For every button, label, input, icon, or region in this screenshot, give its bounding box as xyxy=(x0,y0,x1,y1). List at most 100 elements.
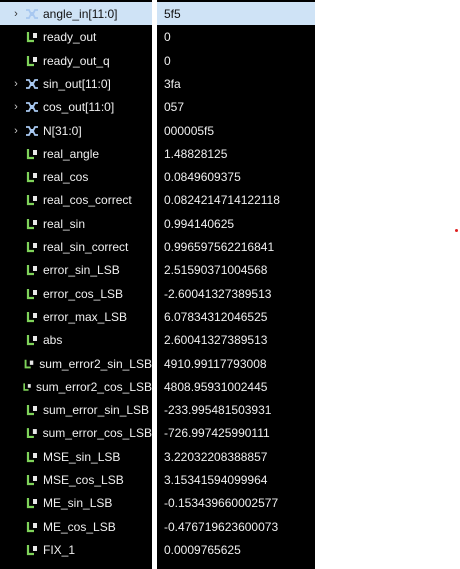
signal-name-row[interactable]: › N[31:0] xyxy=(0,119,152,142)
signal-value-row[interactable]: 4910.99117793008 xyxy=(157,352,315,375)
signal-value: 0.994140625 xyxy=(164,216,235,231)
signal-name-row[interactable]: ME_sin_LSB xyxy=(0,491,152,514)
bus-signal-icon xyxy=(26,78,38,89)
signal-value-row[interactable]: -0.476719623600073 xyxy=(157,515,315,538)
signal-name-row[interactable]: › sin_out[11:0] xyxy=(0,72,152,95)
signal-value-row[interactable]: 4808.95931002445 xyxy=(157,375,315,398)
signal-name-row[interactable]: sum_error2_cos_LSB xyxy=(0,375,152,398)
signal-value-row[interactable]: -233.995481503931 xyxy=(157,398,315,421)
signal-value-row[interactable]: 6.07834312046525 xyxy=(157,305,315,328)
signal-icon xyxy=(26,427,37,438)
signal-name-row[interactable]: ready_out_q xyxy=(0,49,152,72)
signal-value: 0.0849609375 xyxy=(164,169,241,184)
signal-name: ready_out xyxy=(43,29,97,44)
expand-chevron-icon[interactable]: › xyxy=(10,8,22,20)
signal-name-row[interactable]: › angle_in[11:0] xyxy=(0,2,152,25)
expand-chevron-icon[interactable]: › xyxy=(10,125,22,137)
bus-signal-icon xyxy=(26,8,38,19)
signal-name: ready_out_q xyxy=(43,53,110,68)
signal-value-row[interactable]: 0.0824214714122118 xyxy=(157,188,315,211)
signal-value-row[interactable]: 000005f5 xyxy=(157,119,315,142)
signal-name-row[interactable]: ME_cos_LSB xyxy=(0,515,152,538)
signal-icon xyxy=(26,311,37,322)
signal-name: ME_sin_LSB xyxy=(43,495,113,510)
signal-name-row[interactable]: › cos_out[11:0] xyxy=(0,95,152,118)
signal-value: 4808.95931002445 xyxy=(164,379,268,394)
marker-dot xyxy=(455,229,458,232)
signal-name: cos_out[11:0] xyxy=(43,99,115,114)
signal-icon xyxy=(23,382,31,391)
signal-icon xyxy=(26,334,37,345)
signal-name-row[interactable]: error_cos_LSB xyxy=(0,282,152,305)
signal-name-row[interactable]: real_cos xyxy=(0,165,152,188)
signal-value-row[interactable]: 2.51590371004568 xyxy=(157,258,315,281)
signal-name: sum_error_sin_LSB xyxy=(43,402,150,417)
signal-icon xyxy=(24,359,34,368)
signal-name-row[interactable]: abs xyxy=(0,328,152,351)
signal-name-row[interactable]: error_max_LSB xyxy=(0,305,152,328)
signal-icon xyxy=(26,148,37,159)
signal-name: MSE_cos_LSB xyxy=(43,472,124,487)
signal-value-row[interactable]: -2.60041327389513 xyxy=(157,282,315,305)
signal-value: 0 xyxy=(164,29,171,44)
signal-value-row[interactable]: 0.0009765625 xyxy=(157,538,315,561)
signal-icon xyxy=(26,474,37,485)
signal-name-row[interactable]: FIX_1 xyxy=(0,538,152,561)
expand-chevron-icon[interactable]: › xyxy=(10,78,22,90)
signal-value-row[interactable]: 0.0849609375 xyxy=(157,165,315,188)
signal-name-row[interactable]: real_sin_correct xyxy=(0,235,152,258)
signal-name-row[interactable]: sum_error2_sin_LSB xyxy=(0,352,152,375)
signal-value-row[interactable]: 3fa xyxy=(157,72,315,95)
expand-chevron-icon[interactable]: › xyxy=(10,101,22,113)
signal-value: -233.995481503931 xyxy=(164,402,272,417)
signal-name: ME_cos_LSB xyxy=(43,519,116,534)
signal-name: sum_error2_cos_LSB xyxy=(35,379,152,394)
signal-name-row[interactable]: real_cos_correct xyxy=(0,188,152,211)
signal-value-row[interactable]: 0 xyxy=(157,25,315,48)
signal-value: 3fa xyxy=(164,76,181,91)
signal-icon xyxy=(26,31,37,42)
signal-value: 0.0824214714122118 xyxy=(164,192,280,207)
signal-value: 0 xyxy=(164,53,171,68)
signal-icon xyxy=(26,194,37,205)
signal-names-panel: › angle_in[11:0] ready_out ready_out_q › sin_… xyxy=(0,0,152,569)
signal-name-row[interactable]: sum_error_cos_LSB xyxy=(0,421,152,444)
signal-name: N[31:0] xyxy=(43,123,82,138)
signal-name-row[interactable]: sum_error_sin_LSB xyxy=(0,398,152,421)
signal-name-row[interactable]: MSE_cos_LSB xyxy=(0,468,152,491)
signal-name-row[interactable]: error_sin_LSB xyxy=(0,258,152,281)
signal-value: -0.476719623600073 xyxy=(164,519,279,534)
signal-value-row[interactable]: 0.994140625 xyxy=(157,212,315,235)
signal-name-row[interactable]: MSE_sin_LSB xyxy=(0,445,152,468)
signal-value-row[interactable]: 2.60041327389513 xyxy=(157,328,315,351)
signal-value: 2.60041327389513 xyxy=(164,332,268,347)
signal-icon xyxy=(26,521,37,532)
signal-value: 3.22032208388857 xyxy=(164,449,268,464)
signal-value-row[interactable]: -726.997425990111 xyxy=(157,421,315,444)
signal-value: 0.996597562216841 xyxy=(164,239,275,254)
signal-name: MSE_sin_LSB xyxy=(43,449,121,464)
signal-value-row[interactable]: 1.48828125 xyxy=(157,142,315,165)
signal-icon xyxy=(26,218,37,229)
signal-name: error_max_LSB xyxy=(43,309,128,324)
signal-value-row[interactable]: -0.153439660002577 xyxy=(157,491,315,514)
signal-value: 1.48828125 xyxy=(164,146,228,161)
signal-name-row[interactable]: ready_out xyxy=(0,25,152,48)
signal-value: 3.15341594099964 xyxy=(164,472,268,487)
signal-name: real_cos_correct xyxy=(43,192,132,207)
signal-name: error_sin_LSB xyxy=(43,262,120,277)
signal-value-row[interactable]: 0 xyxy=(157,49,315,72)
signal-value-row[interactable]: 057 xyxy=(157,95,315,118)
signal-name-row[interactable]: real_sin xyxy=(0,212,152,235)
signal-icon xyxy=(26,451,37,462)
signal-value: 6.07834312046525 xyxy=(164,309,268,324)
signal-icon xyxy=(26,288,37,299)
signal-icon xyxy=(26,171,37,182)
signal-value-row[interactable]: 3.22032208388857 xyxy=(157,445,315,468)
signal-value-row[interactable]: 5f5 xyxy=(157,2,315,25)
signal-value-row[interactable]: 0.996597562216841 xyxy=(157,235,315,258)
signal-name-row[interactable]: real_angle xyxy=(0,142,152,165)
signal-value-row[interactable]: 3.15341594099964 xyxy=(157,468,315,491)
signal-value: 4910.99117793008 xyxy=(164,356,267,371)
signal-icon xyxy=(26,544,37,555)
